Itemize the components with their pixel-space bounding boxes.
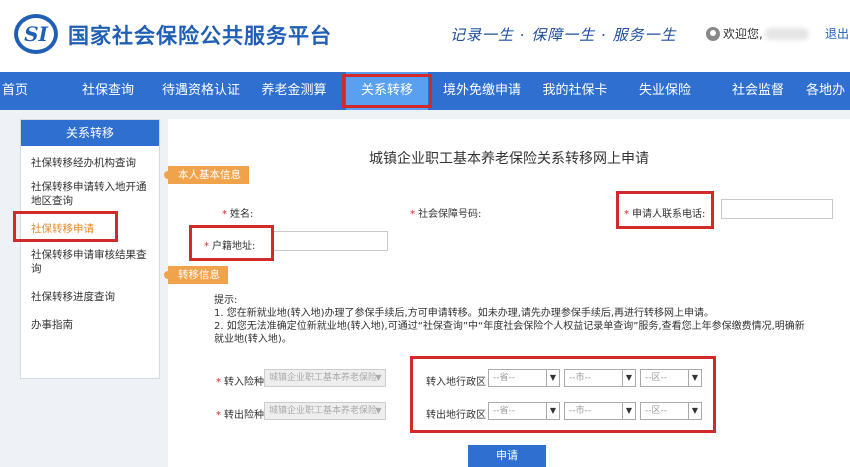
sidebar: 关系转移 社保转移经办机构查询 社保转移申请转入地开通地区查询 社保转移申请 社… [20, 119, 160, 379]
sidebar-item-agency-query[interactable]: 社保转移经办机构查询 [31, 156, 156, 170]
tips-title: 提示: [214, 295, 238, 306]
nav-my-card[interactable]: 我的社保卡 [536, 72, 614, 110]
in-type-select: 城镇企业职工基本养老保险 ▼ [264, 369, 386, 387]
logo-icon: SI [14, 14, 58, 54]
section-transfer-info: 转移信息 [164, 266, 228, 284]
sidebar-item-region-query[interactable]: 社保转移申请转入地开通地区查询 [31, 180, 156, 208]
nav-unemployment[interactable]: 失业保险 [626, 72, 704, 110]
nav-social-query[interactable]: 社保查询 [70, 72, 146, 110]
form-title: 城镇企业职工基本养老保险关系转移网上申请 [369, 151, 649, 167]
nav-pension-calc[interactable]: 养老金测算 [254, 72, 334, 110]
chevron-down-icon: ▼ [375, 406, 382, 415]
chevron-down-icon: ▼ [375, 373, 382, 382]
out-type-label: * 转出险种 [216, 410, 264, 421]
nav-local[interactable]: 各地办 [806, 72, 850, 110]
name-label: * 姓名: [222, 209, 254, 220]
user-icon [706, 26, 720, 41]
sidebar-item-guide[interactable]: 办事指南 [31, 318, 156, 332]
welcome-text: 欢迎您, [723, 27, 763, 41]
site-header: SI 国家社会保险公共服务平台 记录一生 · 保障一生 · 服务一生 欢迎您, … [0, 0, 850, 72]
slogan: 记录一生 · 保障一生 · 服务一生 [450, 26, 677, 44]
highlight-box-address [189, 225, 274, 261]
address-input[interactable] [272, 231, 388, 251]
highlight-box-phone [616, 191, 714, 229]
phone-input[interactable] [721, 199, 833, 219]
user-area: 欢迎您, [706, 25, 809, 42]
section-personal-info: 本人基本信息 [164, 166, 249, 184]
highlight-box-regions [410, 356, 716, 433]
nav-supervision[interactable]: 社会监督 [718, 72, 798, 110]
logout-link[interactable]: 退出 [825, 25, 849, 42]
sidebar-title: 关系转移 [21, 120, 159, 146]
sidebar-item-review-result[interactable]: 社保转移申请审核结果查询 [31, 248, 156, 276]
tip-1: 1. 您在新就业地(转入地)办理了参保手续后,方可申请转移。如未办理,请先办理参… [214, 308, 715, 319]
highlight-box-nav [342, 74, 432, 108]
tip-2: 2. 如您无法准确定位新就业地(转入地),可通过“社保查询”中“年度社会保险个人… [214, 321, 805, 345]
nav-overseas-exempt[interactable]: 境外免缴申请 [434, 72, 530, 110]
in-type-label: * 转入险种 [216, 377, 264, 388]
out-type-select: 城镇企业职工基本养老保险 ▼ [264, 402, 386, 420]
nav-home[interactable]: 首页 [0, 72, 40, 110]
username-redacted [764, 27, 809, 40]
ssn-label: * 社会保障号码: [410, 209, 482, 220]
submit-button[interactable]: 申请 [468, 445, 546, 467]
highlight-box-sidebar [13, 211, 118, 242]
sidebar-item-progress[interactable]: 社保转移进度查询 [31, 290, 156, 304]
site-title[interactable]: 国家社会保险公共服务平台 [68, 20, 332, 50]
nav-eligibility[interactable]: 待遇资格认证 [156, 72, 246, 110]
tips: 提示: 1. 您在新就业地(转入地)办理了参保手续后,方可申请转移。如未办理,请… [214, 294, 814, 346]
